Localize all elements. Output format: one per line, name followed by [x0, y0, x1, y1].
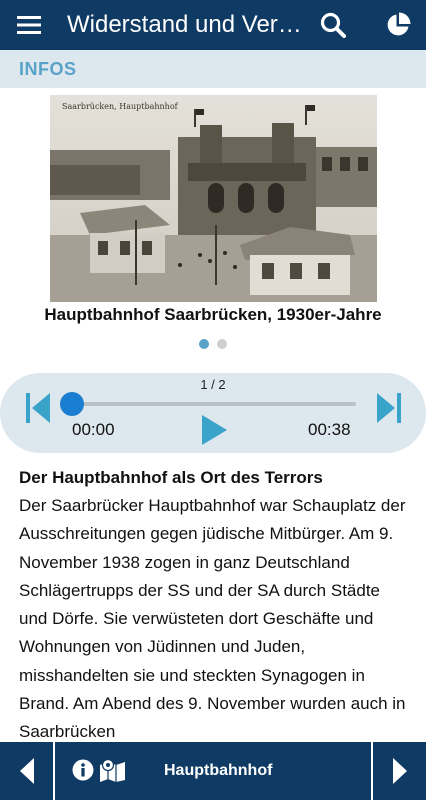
search-icon[interactable]	[310, 0, 356, 50]
map-marker-icon[interactable]	[99, 758, 126, 782]
time-elapsed: 00:00	[72, 420, 115, 439]
audio-player: 1 / 2 00:00 00:38	[0, 373, 426, 453]
article-body: Der Saarbrücker Hauptbahnhof war Schaupl…	[19, 496, 406, 742]
skip-previous-icon[interactable]	[26, 391, 52, 425]
photo-inscription: Saarbrücken, Hauptbahnhof	[62, 102, 179, 111]
bottom-bar: Hauptbahnhof	[0, 742, 426, 800]
skip-next-icon[interactable]	[375, 391, 401, 425]
photo-caption: Hauptbahnhof Saarbrücken, 1930er-Jahre	[44, 305, 382, 324]
place-title: Hauptbahnhof	[164, 762, 273, 779]
track-counter: 1 / 2	[200, 377, 226, 392]
chevron-left-icon[interactable]	[0, 742, 55, 800]
hamburger-menu-icon[interactable]	[0, 0, 58, 50]
historical-photo[interactable]: Saarbrücken, Hauptbahnhof	[50, 95, 377, 302]
article-heading: Der Hauptbahnhof als Ort des Terrors	[19, 468, 323, 487]
progress-knob[interactable]	[60, 392, 84, 416]
progress-track[interactable]	[72, 402, 356, 406]
gallery-pager	[0, 339, 426, 349]
play-icon[interactable]	[200, 414, 228, 446]
pie-chart-icon[interactable]	[375, 0, 421, 50]
time-total: 00:38	[308, 420, 351, 439]
app-bar: Widerstand und Verfolgung	[0, 0, 426, 50]
section-label: INFOS	[19, 59, 77, 79]
article: Der Hauptbahnhof als Ort des Terrors Der…	[19, 464, 411, 747]
pager-dot-active[interactable]	[199, 339, 209, 349]
section-header: INFOS	[0, 50, 426, 88]
chevron-right-icon[interactable]	[371, 742, 426, 800]
info-icon[interactable]	[72, 759, 94, 781]
pager-dot[interactable]	[217, 339, 227, 349]
app-title: Widerstand und Verfolgung	[67, 11, 302, 38]
